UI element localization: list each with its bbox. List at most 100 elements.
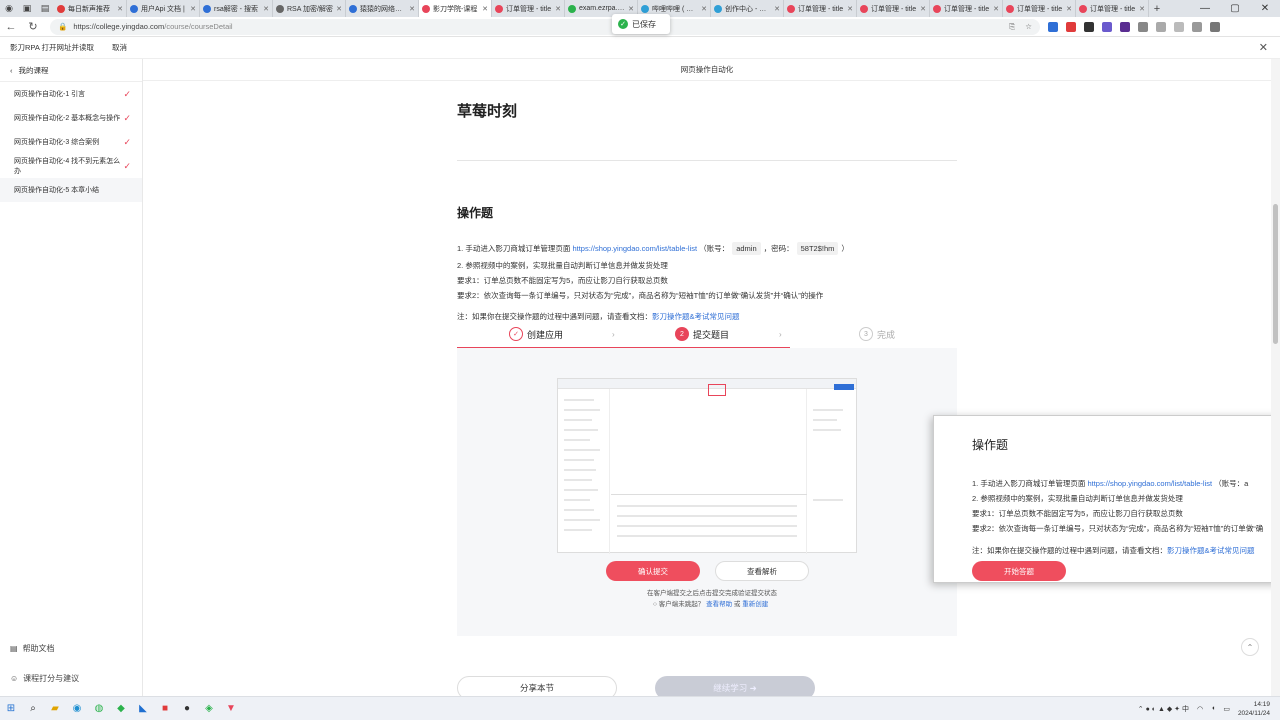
profile-avatar-icon[interactable]: [1192, 21, 1202, 32]
browser-tab[interactable]: 订单管理 - title ✕: [857, 0, 930, 17]
back-to-my-courses[interactable]: ‹ 我的课程: [0, 59, 142, 81]
edge-browser-icon[interactable]: ◉: [66, 701, 88, 717]
browser-tab[interactable]: 订单管理 - title ✕: [492, 0, 565, 17]
tab-close-icon[interactable]: ✕: [847, 5, 853, 13]
favorites-icon[interactable]: [1156, 21, 1166, 32]
bookmark-star-icon[interactable]: ☆: [1025, 22, 1032, 32]
extension-icon[interactable]: [1048, 21, 1058, 32]
recreate-link[interactable]: 重新创建: [742, 601, 768, 608]
chevron-right-icon: ›: [612, 330, 615, 339]
workspaces-icon[interactable]: ▣: [18, 0, 36, 17]
tab-close-icon[interactable]: ✕: [190, 5, 196, 13]
browser-tab[interactable]: 用户Api 文档 | ✕: [127, 0, 200, 17]
tab-close-icon[interactable]: ✕: [1139, 5, 1145, 13]
profile-icon[interactable]: ◉: [0, 0, 18, 17]
lesson-item[interactable]: 网页操作自动化-5 本章小结: [0, 178, 142, 202]
windows-start-icon[interactable]: ⊞: [0, 701, 22, 717]
panel-account-label: （账号：a: [1214, 479, 1249, 488]
more-menu-icon[interactable]: [1210, 21, 1220, 32]
tab-favicon-icon: [1079, 4, 1087, 13]
panel-line-1-text: 1. 手动进入影刀商城订单管理页面: [972, 479, 1086, 488]
lesson-item[interactable]: 网页操作自动化-2 基本概念与操作 ✓: [0, 106, 142, 130]
lock-icon: 🔒: [58, 22, 68, 31]
page-scrollbar[interactable]: [1271, 59, 1280, 696]
radio-icon[interactable]: ○: [653, 601, 657, 608]
reload-icon[interactable]: ↻: [22, 20, 44, 33]
panel-shop-link[interactable]: https://shop.yingdao.com/list/table-list: [1087, 479, 1212, 488]
cancel-link[interactable]: 取消: [112, 42, 127, 53]
app-icon[interactable]: ◆: [110, 701, 132, 717]
app-icon[interactable]: ■: [154, 701, 176, 717]
tab-close-icon[interactable]: ✕: [263, 5, 269, 13]
app-icon[interactable]: ●: [176, 701, 198, 717]
back-icon[interactable]: ←: [0, 21, 22, 33]
close-icon[interactable]: ✕: [1259, 41, 1268, 54]
start-answer-button[interactable]: 开始答题: [972, 561, 1066, 581]
tab-close-icon[interactable]: ✕: [555, 5, 561, 13]
tab-close-icon[interactable]: ✕: [409, 5, 415, 13]
volume-icon[interactable]: ◖: [1211, 705, 1215, 712]
scrollbar-thumb[interactable]: [1273, 204, 1278, 344]
lesson-item[interactable]: 网页操作自动化-3 综合案例 ✓: [0, 130, 142, 154]
browser-tab[interactable]: 订单管理 - title ✕: [784, 0, 857, 17]
panel-faq-link[interactable]: 影刀操作题&考试常见问题: [1167, 546, 1255, 555]
minimize-button[interactable]: —: [1190, 3, 1220, 14]
rate-course-link[interactable]: ☺ 课程打分与建议: [0, 667, 143, 689]
shop-link[interactable]: https://shop.yingdao.com/list/table-list: [572, 244, 697, 253]
tab-close-icon[interactable]: ✕: [993, 5, 999, 13]
browser-tab[interactable]: 猿猿的网络验证 ✕: [346, 0, 419, 17]
browser-tab[interactable]: 每日新声推荐 ✕: [54, 0, 127, 17]
lesson-item[interactable]: 网页操作自动化-1 引言 ✓: [0, 82, 142, 106]
browser-tab[interactable]: 影刀学院-课程 ✕: [419, 0, 492, 17]
confirm-submit-button[interactable]: 确认提交: [606, 561, 700, 581]
tab-favicon-icon: [130, 4, 138, 13]
back-to-top-icon[interactable]: ⌃: [1241, 638, 1259, 656]
tab-close-icon[interactable]: ✕: [628, 5, 634, 13]
collections-icon[interactable]: [1174, 21, 1184, 32]
browser-tab[interactable]: RSA 加密/解密 ✕: [273, 0, 346, 17]
app-icon[interactable]: ◈: [198, 701, 220, 717]
browser-tab[interactable]: 订单管理 - title ✕: [1076, 0, 1149, 17]
maximize-button[interactable]: ▢: [1220, 3, 1250, 14]
close-window-button[interactable]: ✕: [1250, 3, 1280, 14]
battery-icon[interactable]: ▭: [1223, 705, 1230, 713]
view-analysis-button[interactable]: 查看解析: [715, 561, 809, 581]
tab-close-icon[interactable]: ✕: [336, 5, 342, 13]
extension-icon[interactable]: [1084, 21, 1094, 32]
browser-tab[interactable]: rsa解密 - 搜索 ✕: [200, 0, 273, 17]
yingdao-rpa-icon[interactable]: ▼: [220, 701, 242, 717]
tab-close-icon[interactable]: ✕: [701, 5, 707, 13]
extension-icon[interactable]: [1138, 21, 1148, 32]
extension-icon[interactable]: [1120, 21, 1130, 32]
lesson-item[interactable]: 网页操作自动化-4 找不到元素怎么办 ✓: [0, 154, 142, 178]
panel-requirement-2: 要求2：依次查询每一条订单编号，只对状态为“完成”，商品名称为“短袖T恤”的订单…: [972, 524, 1264, 533]
faq-link[interactable]: 影刀操作题&考试常见问题: [652, 312, 740, 321]
browser-tab[interactable]: 创作中心 - 哔哩 ✕: [711, 0, 784, 17]
tab-close-icon[interactable]: ✕: [1066, 5, 1072, 13]
new-tab-button[interactable]: +: [1149, 3, 1165, 15]
tray-icons[interactable]: ⌃ ● ◐ ▲ ◆ ✦ 中: [1138, 704, 1189, 714]
vscode-icon[interactable]: ◣: [132, 701, 154, 717]
tab-close-icon[interactable]: ✕: [482, 5, 488, 13]
tab-close-icon[interactable]: ✕: [774, 5, 780, 13]
step-create-app: ✓ 创建应用: [509, 327, 563, 341]
help-doc-link[interactable]: ▤ 帮助文档: [0, 637, 143, 659]
panel-line-2: 2. 参照视频中的案例，实现批量自动判断订单信息并做发货处理: [972, 494, 1183, 503]
translate-icon[interactable]: ⎘: [1009, 22, 1015, 32]
tab-actions-icon[interactable]: ▤: [36, 0, 54, 17]
clock[interactable]: 14:19 2024/11/24: [1238, 700, 1270, 718]
url-host: https://college.yingdao.com: [73, 22, 165, 31]
file-explorer-icon[interactable]: ▰: [44, 701, 66, 717]
tab-close-icon[interactable]: ✕: [117, 5, 123, 13]
url-field[interactable]: 🔒 https://college.yingdao.com /course/co…: [50, 18, 1040, 35]
view-help-link[interactable]: 查看帮助: [706, 601, 732, 608]
search-icon[interactable]: ⌕: [22, 701, 44, 717]
note-text: 注：如果你在提交操作题的过程中遇到问题，请查看文档：: [457, 312, 652, 321]
tab-close-icon[interactable]: ✕: [920, 5, 926, 13]
wifi-icon[interactable]: ◠: [1197, 705, 1203, 713]
extension-icon[interactable]: [1066, 21, 1076, 32]
extension-icon[interactable]: [1102, 21, 1112, 32]
browser-tab[interactable]: 订单管理 - title ✕: [930, 0, 1003, 17]
browser-tab[interactable]: 订单管理 - title ✕: [1003, 0, 1076, 17]
wechat-icon[interactable]: ◍: [88, 701, 110, 717]
